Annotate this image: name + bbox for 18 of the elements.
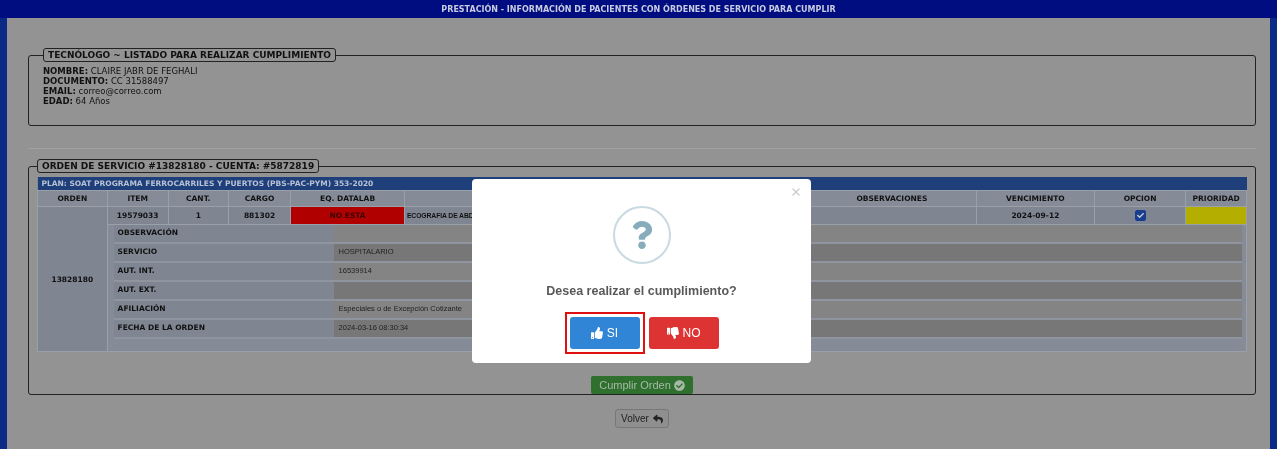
thumbs-up-icon: [590, 327, 603, 339]
panel-legend: ORDEN DE SERVICIO #13828180 - CUENTA: #5872819: [37, 159, 320, 173]
cancel-button[interactable]: NO: [648, 317, 719, 349]
dialog-message: Desea realizar el cumplimiento?: [546, 284, 737, 298]
submit-button[interactable]: Cumplir Orden: [591, 376, 693, 394]
info-line: NOMBRE: CLAIRE JABR DE FEGHALI: [43, 66, 199, 76]
back-button[interactable]: Volver: [615, 409, 669, 428]
info-line: DOCUMENTO: CC 31588497: [43, 76, 170, 86]
info-line: EDAD: 64 Años: [43, 96, 111, 106]
panel-legend: TECNÓLOGO ~ LISTADO PARA REALIZAR CUMPLIMIENTO: [43, 48, 336, 62]
check-icon: [673, 379, 685, 391]
question-icon: [612, 206, 671, 264]
info-line: EMAIL: correo@correo.com: [43, 86, 163, 96]
thumbs-down-icon: [666, 327, 679, 339]
page-title: PRESTACIÓN - INFORMACIÓN DE PACIENTES CON ÓRDENES DE SERVICIO PARA CUMPLIR: [0, 0, 1277, 18]
reply-icon: [652, 413, 663, 424]
confirm-button[interactable]: SI: [569, 317, 640, 349]
checkbox[interactable]: [1134, 210, 1146, 221]
